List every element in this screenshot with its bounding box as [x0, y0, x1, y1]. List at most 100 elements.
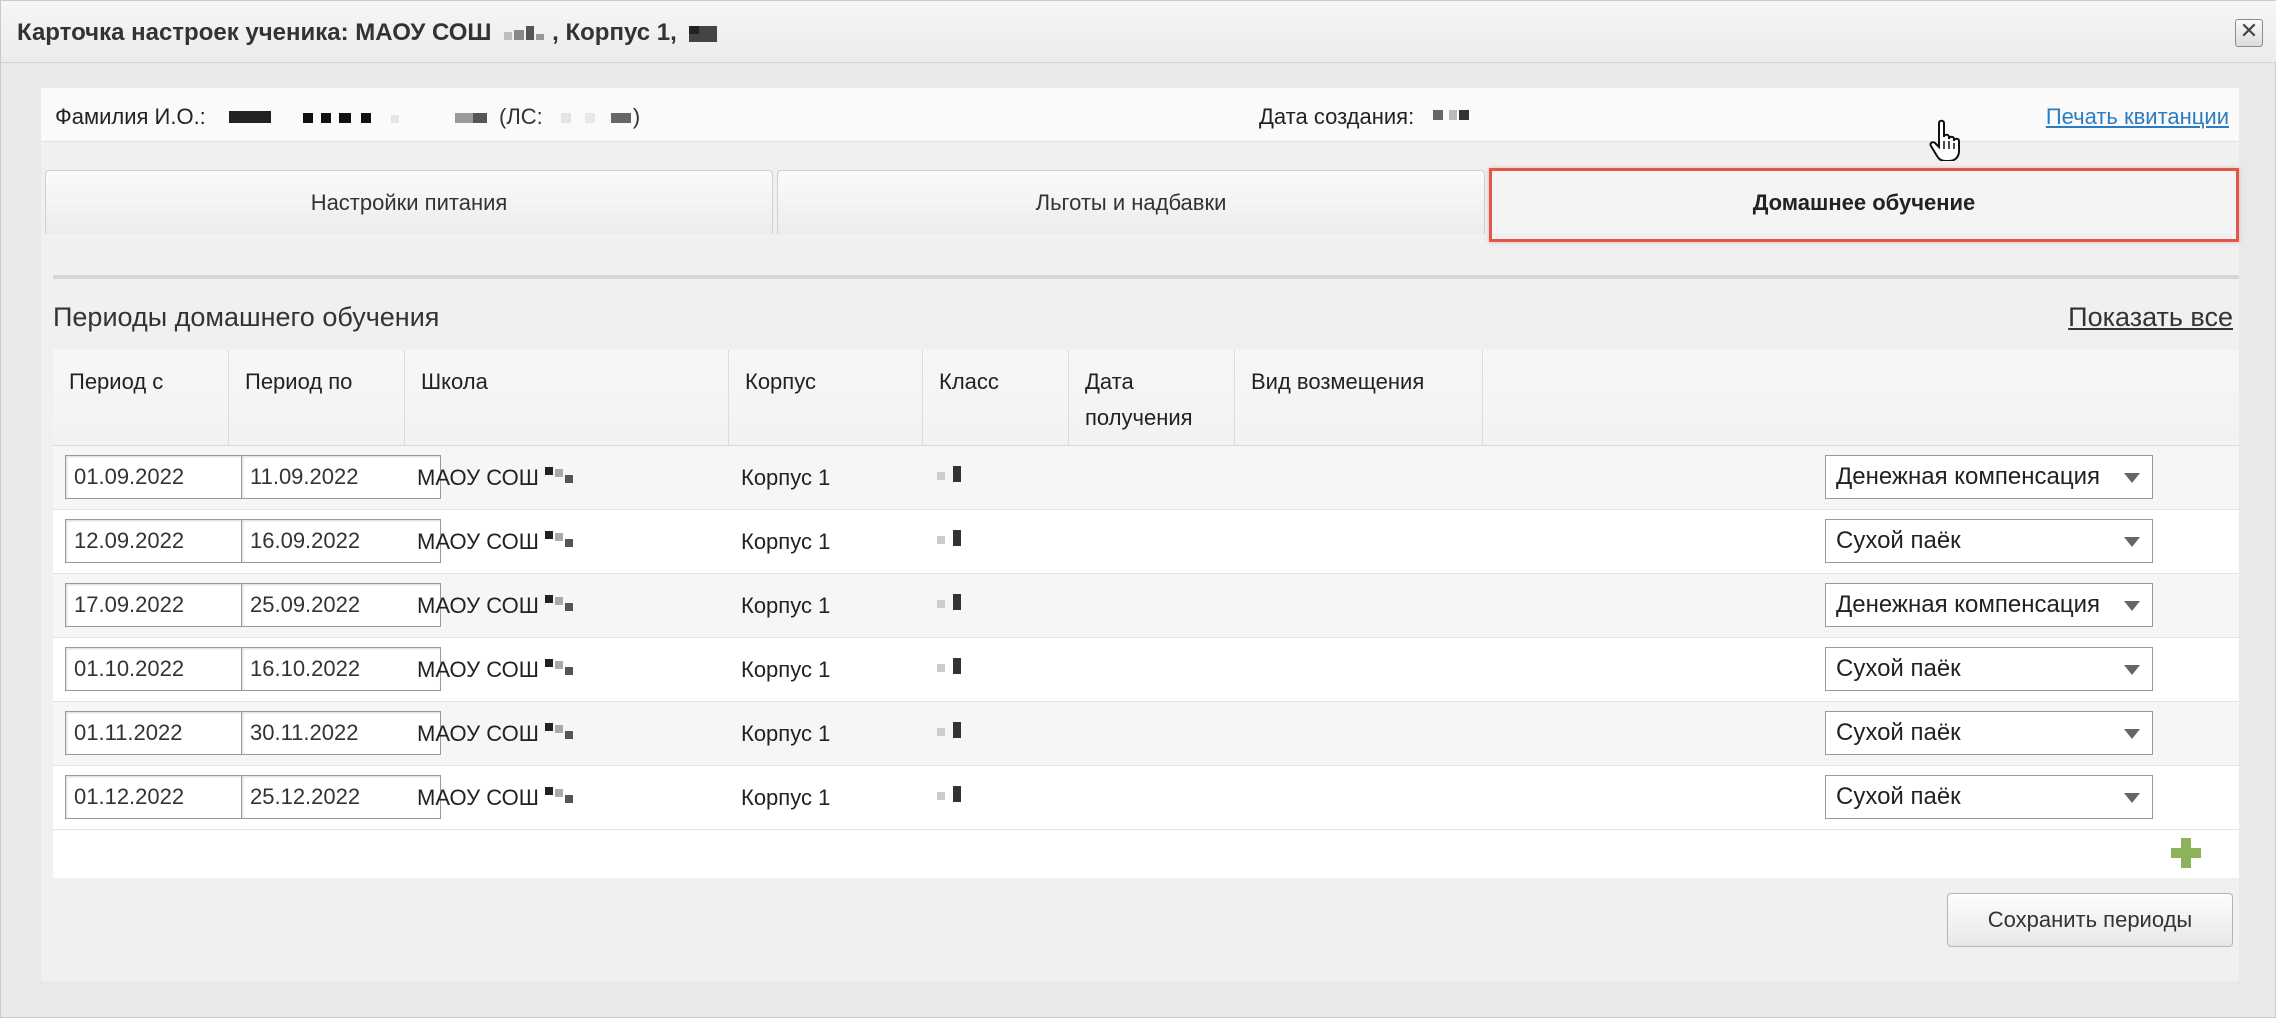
redacted-school-number	[544, 595, 573, 612]
tab-bar: Настройки питания Льготы и надбавки Дома…	[45, 168, 2239, 242]
reimbursement-select[interactable]: Денежная компенсация	[1825, 455, 2153, 499]
ls-close: )	[632, 104, 641, 129]
header-actions	[1483, 350, 1553, 446]
building-cell: Корпус 1	[741, 785, 831, 810]
table-row: 01.10.2022 16.10.2022 МАОУ СОШ Корпус 1 Сухо…	[53, 638, 2239, 702]
reimbursement-value: Сухой паёк	[1836, 527, 1961, 554]
tab-benefits[interactable]: Льготы и надбавки	[777, 170, 1485, 234]
period-to-input[interactable]: 30.11.2022	[241, 711, 441, 755]
table-row: 01.11.2022 30.11.2022 МАОУ СОШ Корпус 1 Сухо…	[53, 702, 2239, 766]
save-periods-button[interactable]: Сохранить периоды	[1947, 893, 2233, 947]
chevron-down-icon	[2124, 537, 2140, 547]
building-cell: Корпус 1	[741, 593, 831, 618]
tab-home-schooling[interactable]: Домашнее обучение	[1489, 170, 2239, 234]
close-icon: ✕	[2239, 19, 2259, 44]
redacted-address	[689, 25, 718, 42]
redacted-created-date	[1433, 110, 1469, 120]
dialog-titlebar: Карточка настроек ученика: МАОУ СОШ , Ко…	[1, 1, 2276, 63]
period-to-input[interactable]: 25.09.2022	[241, 583, 441, 627]
ls-label: (ЛС:	[499, 104, 543, 129]
school-cell: МАОУ СОШ	[417, 465, 583, 491]
header-school[interactable]: Школа	[405, 350, 729, 446]
chevron-down-icon	[2124, 601, 2140, 611]
chevron-down-icon	[2124, 665, 2140, 675]
header-period-to[interactable]: Период по	[229, 350, 405, 446]
reimbursement-value: Сухой паёк	[1836, 719, 1961, 746]
school-name: МАОУ СОШ	[417, 785, 539, 810]
chevron-down-icon	[2124, 793, 2140, 803]
redacted-school-number	[544, 723, 573, 740]
period-from-input[interactable]: 01.11.2022	[65, 711, 265, 755]
redacted-class	[937, 658, 961, 674]
school-cell: МАОУ СОШ	[417, 593, 583, 619]
redacted-class	[937, 466, 961, 482]
add-row-area	[53, 830, 2239, 878]
period-from-input[interactable]: 17.09.2022	[65, 583, 265, 627]
table-row: 01.09.2022 11.09.2022 МАОУ СОШ Корпус 1 Дене…	[53, 446, 2239, 510]
tab-nutrition-settings[interactable]: Настройки питания	[45, 170, 773, 234]
period-to-input[interactable]: 16.10.2022	[241, 647, 441, 691]
school-cell: МАОУ СОШ	[417, 657, 583, 683]
redacted-class	[937, 786, 961, 802]
reimbursement-select[interactable]: Сухой паёк	[1825, 775, 2153, 819]
redacted-account-number	[560, 113, 631, 124]
reimbursement-value: Денежная компенсация	[1836, 591, 2100, 618]
period-to-input[interactable]: 16.09.2022	[241, 519, 441, 563]
reimbursement-value: Сухой паёк	[1836, 655, 1961, 682]
period-from-input[interactable]: 01.09.2022	[65, 455, 265, 499]
dialog-title-prefix: Карточка настроек ученика: МАОУ СОШ	[17, 19, 492, 46]
school-cell: МАОУ СОШ	[417, 721, 583, 747]
periods-table: Период с Период по Школа Корпус Класс Да…	[53, 350, 2239, 878]
reimbursement-select[interactable]: Сухой паёк	[1825, 519, 2153, 563]
print-receipt-link[interactable]: Печать квитанции	[2046, 104, 2229, 130]
reimbursement-select[interactable]: Денежная компенсация	[1825, 583, 2153, 627]
chevron-down-icon	[2124, 729, 2140, 739]
header-period-from[interactable]: Период с	[53, 350, 229, 446]
building-cell: Корпус 1	[741, 657, 831, 682]
header-building[interactable]: Корпус	[729, 350, 923, 446]
dialog-title-middle: , Корпус 1,	[552, 19, 677, 46]
close-button[interactable]: ✕	[2235, 19, 2263, 47]
section-title: Периоды домашнего обучения	[53, 302, 440, 332]
settings-dialog: Карточка настроек ученика: МАОУ СОШ , Ко…	[0, 0, 2276, 1018]
building-cell: Корпус 1	[741, 529, 831, 554]
school-name: МАОУ СОШ	[417, 593, 539, 618]
redacted-class	[937, 722, 961, 738]
dialog-content: Фамилия И.О.: (ЛС: ) Дата создания: Печа…	[41, 88, 2239, 981]
tab-divider	[53, 275, 2239, 279]
reimbursement-select[interactable]: Сухой паёк	[1825, 711, 2153, 755]
redacted-school-number	[544, 659, 573, 676]
reimbursement-select[interactable]: Сухой паёк	[1825, 647, 2153, 691]
header-reimbursement[interactable]: Вид возмещения	[1235, 350, 1483, 446]
created-date-label: Дата создания:	[1259, 104, 1415, 129]
school-cell: МАОУ СОШ	[417, 785, 583, 811]
period-from-input[interactable]: 12.09.2022	[65, 519, 265, 563]
hand-pointer-icon	[1929, 119, 1960, 161]
redacted-school-number	[544, 531, 573, 548]
fio-value: (ЛС: )	[229, 104, 640, 130]
reimbursement-value: Сухой паёк	[1836, 783, 1961, 810]
school-name: МАОУ СОШ	[417, 721, 539, 746]
table-header: Период с Период по Школа Корпус Класс Да…	[53, 350, 2239, 466]
table-row: 17.09.2022 25.09.2022 МАОУ СОШ Корпус 1 Дене…	[53, 574, 2239, 638]
chevron-down-icon	[2124, 473, 2140, 483]
show-all-link[interactable]: Показать все	[2068, 302, 2233, 333]
building-cell: Корпус 1	[741, 465, 831, 490]
period-to-input[interactable]: 25.12.2022	[241, 775, 441, 819]
period-from-input[interactable]: 01.10.2022	[65, 647, 265, 691]
period-from-input[interactable]: 01.12.2022	[65, 775, 265, 819]
redacted-school-number	[544, 467, 573, 484]
period-to-input[interactable]: 11.09.2022	[241, 455, 441, 499]
redacted-school-number	[544, 787, 573, 804]
header-order-date[interactable]: Дата получения заказа	[1069, 350, 1235, 466]
school-cell: МАОУ СОШ	[417, 529, 583, 555]
redacted-school-number	[504, 25, 545, 40]
school-name: МАОУ СОШ	[417, 529, 539, 554]
redacted-student-name	[229, 111, 487, 124]
plus-icon[interactable]	[2169, 836, 2203, 870]
header-class[interactable]: Класс	[923, 350, 1069, 446]
table-row: 12.09.2022 16.09.2022 МАОУ СОШ Корпус 1 Сухо…	[53, 510, 2239, 574]
table-row: 01.12.2022 25.12.2022 МАОУ СОШ Корпус 1 Сухо…	[53, 766, 2239, 830]
student-info-bar: Фамилия И.О.: (ЛС: ) Дата создания: Печа…	[41, 88, 2239, 142]
redacted-class	[937, 530, 961, 546]
